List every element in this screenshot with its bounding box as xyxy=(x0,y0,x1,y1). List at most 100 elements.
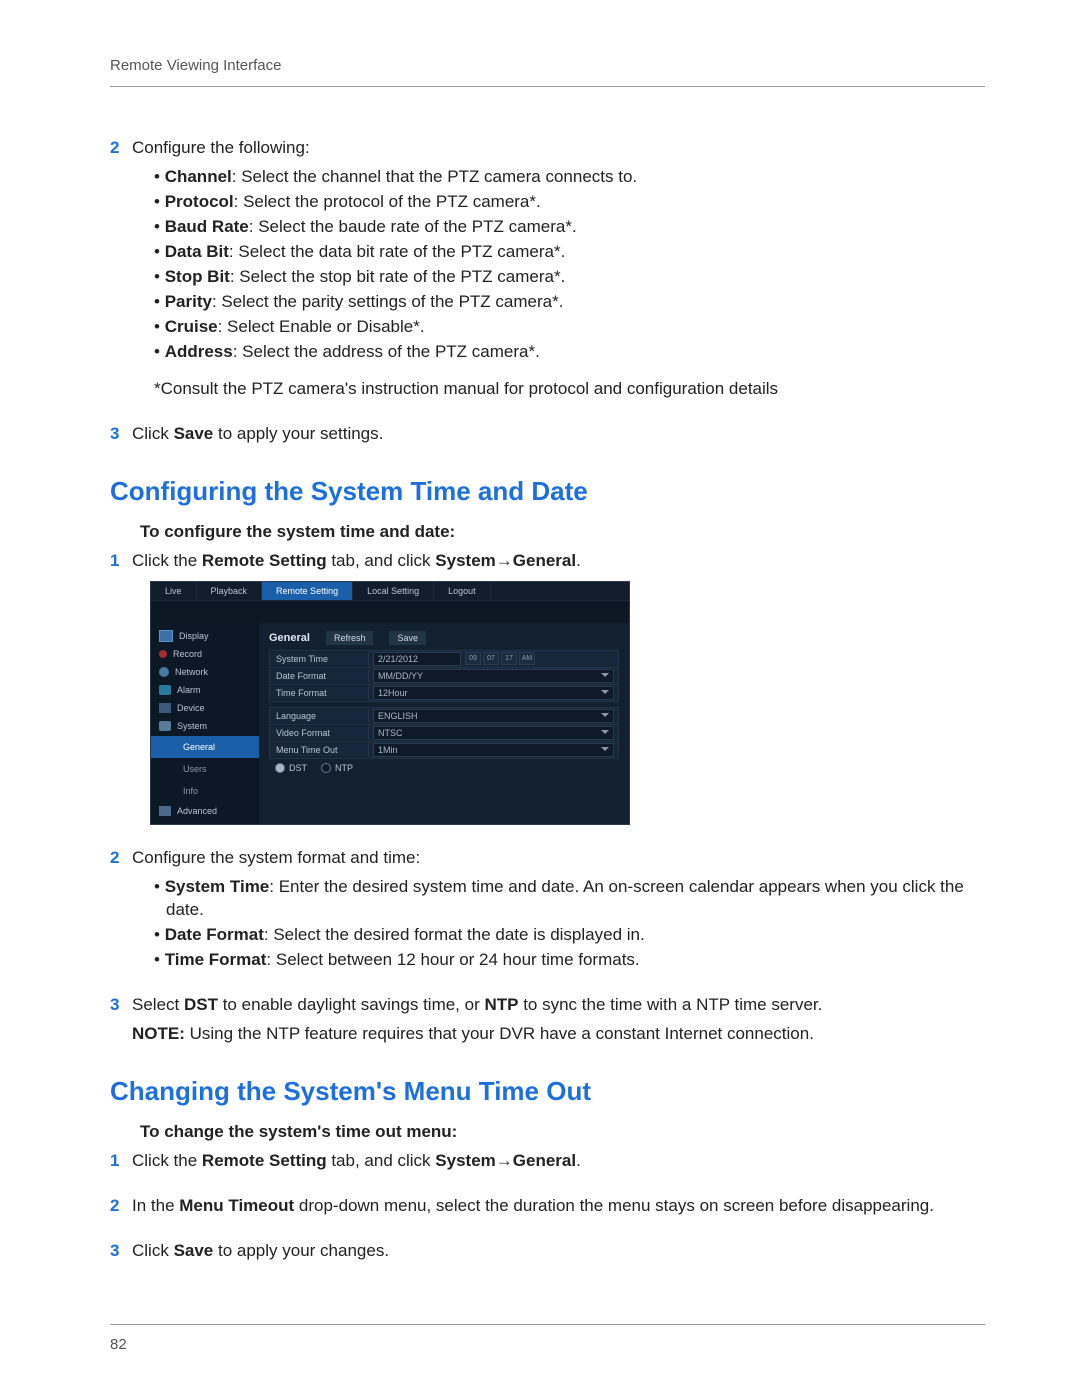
sidebar-item-network[interactable]: Network xyxy=(151,663,259,681)
field-label: Time Format xyxy=(270,686,369,700)
bold: Menu Timeout xyxy=(179,1196,294,1215)
field-label: Language xyxy=(270,709,369,723)
bullet-item: Data Bit: Select the data bit rate of th… xyxy=(154,241,985,264)
bullet-text: : Select the protocol of the PTZ camera*… xyxy=(234,192,541,211)
bullet-item: System Time: Enter the desired system ti… xyxy=(154,876,985,922)
refresh-button[interactable]: Refresh xyxy=(326,631,374,645)
bullet-item: Parity: Select the parity settings of th… xyxy=(154,291,985,314)
bullet-label: Time Format xyxy=(165,950,267,969)
s1-step-2: 2 Configure the system format and time: … xyxy=(110,847,985,972)
s2-step-1: 1 Click the Remote Setting tab, and clic… xyxy=(110,1150,985,1173)
device-icon xyxy=(159,703,171,713)
step-text: In the Menu Timeout drop-down menu, sele… xyxy=(132,1195,985,1218)
dvr-rows-group-2: Language ENGLISHVideo FormatNTSCMenu Time… xyxy=(269,707,619,759)
bullet-label: Baud Rate xyxy=(165,217,249,236)
step-text: Configure the system format and time: xyxy=(132,847,985,870)
ptz-footnote: *Consult the PTZ camera's instruction ma… xyxy=(154,378,985,401)
dvr-tab-live[interactable]: Live xyxy=(151,582,197,600)
sidebar-sub-users[interactable]: Users xyxy=(151,758,259,780)
bullet-label: Date Format xyxy=(165,925,264,944)
sidebar-label: Advanced xyxy=(177,805,217,817)
select-value: 1Min xyxy=(378,744,398,756)
ntp-radio[interactable]: NTP xyxy=(321,762,353,774)
ptz-step-3: 3 Click Save to apply your settings. xyxy=(110,423,985,446)
time-segment[interactable]: 17 xyxy=(501,652,517,665)
s1-step-1: 1 Click the Remote Setting tab, and clic… xyxy=(110,550,985,825)
network-icon xyxy=(159,667,169,677)
bullet-label: Data Bit xyxy=(165,242,229,261)
dst-radio[interactable]: DST xyxy=(275,762,307,774)
step-number: 2 xyxy=(110,1195,132,1218)
bullet-text: : Select between 12 hour or 24 hour time… xyxy=(266,950,639,969)
dvr-row-time-format: Time Format 12Hour xyxy=(269,684,619,702)
step-number: 1 xyxy=(110,1150,132,1173)
select-language[interactable]: ENGLISH xyxy=(373,709,614,723)
bullet-text: : Select the channel that the PTZ camera… xyxy=(232,167,637,186)
s1-bullets: System Time: Enter the desired system ti… xyxy=(110,876,985,972)
text: Click the xyxy=(132,1151,202,1170)
sidebar-label: Network xyxy=(175,666,208,678)
select-value: MM/DD/YY xyxy=(378,670,423,682)
sidebar-sub-info[interactable]: Info xyxy=(151,780,259,802)
bold: System xyxy=(435,551,495,570)
sidebar-label: Device xyxy=(177,702,205,714)
bullet-item: Protocol: Select the protocol of the PTZ… xyxy=(154,191,985,214)
dvr-tabs: LivePlaybackRemote SettingLocal SettingL… xyxy=(151,582,629,601)
bold: System xyxy=(435,1151,495,1170)
sidebar-item-device[interactable]: Device xyxy=(151,699,259,717)
sidebar-item-display[interactable]: Display xyxy=(151,627,259,645)
save-button[interactable]: Save xyxy=(389,631,426,645)
arrow-icon: → xyxy=(496,1151,513,1170)
dvr-row-system-time: System Time2/21/2012090717AM xyxy=(269,650,619,668)
bullet-label: Cruise xyxy=(165,317,218,336)
bullet-item: Cruise: Select Enable or Disable*. xyxy=(154,316,985,339)
select-time-format[interactable]: 12Hour xyxy=(373,686,614,700)
dvr-tab-playback[interactable]: Playback xyxy=(197,582,263,600)
s1-step-3: 3 Select DST to enable daylight savings … xyxy=(110,994,985,1046)
sidebar-sub-label: General xyxy=(159,739,215,755)
sidebar-item-system[interactable]: System xyxy=(151,717,259,735)
sidebar-item-advanced[interactable]: Advanced xyxy=(151,802,259,820)
time-segment[interactable]: 09 xyxy=(465,652,481,665)
dvr-tab-local-setting[interactable]: Local Setting xyxy=(353,582,434,600)
bullet-text: : Select the desired format the date is … xyxy=(264,925,645,944)
text: to sync the time with a NTP time server. xyxy=(518,995,822,1014)
text: Select xyxy=(132,995,184,1014)
s2-step-2: 2 In the Menu Timeout drop-down menu, se… xyxy=(110,1195,985,1218)
sidebar-sub-general[interactable]: General xyxy=(151,736,259,758)
bullet-item: Address: Select the address of the PTZ c… xyxy=(154,341,985,364)
step-number: 3 xyxy=(110,423,132,446)
dvr-tab-logout[interactable]: Logout xyxy=(434,582,491,600)
bold: DST xyxy=(184,995,218,1014)
dvr-tab-remote-setting[interactable]: Remote Setting xyxy=(262,582,353,600)
date-input[interactable]: 2/21/2012 xyxy=(373,652,461,666)
chevron-down-icon xyxy=(601,690,609,694)
bullet-text: : Select the parity settings of the PTZ … xyxy=(212,292,564,311)
field-label: Menu Time Out xyxy=(270,743,369,757)
text: Click xyxy=(132,1241,174,1260)
sidebar-item-alarm[interactable]: Alarm xyxy=(151,681,259,699)
chevron-down-icon xyxy=(601,747,609,751)
field-label: Date Format xyxy=(270,669,369,683)
bullet-item: Time Format: Select between 12 hour or 2… xyxy=(154,949,985,972)
dvr-row-video-format: Video FormatNTSC xyxy=(269,724,619,742)
time-segment[interactable]: 07 xyxy=(483,652,499,665)
record-icon xyxy=(159,650,167,658)
header-title: Remote Viewing Interface xyxy=(110,57,281,74)
dvr-radio-row: DST NTP xyxy=(269,758,619,778)
sidebar-item-record[interactable]: Record xyxy=(151,645,259,663)
section-heading-menu-timeout: Changing the System's Menu Time Out xyxy=(110,1074,985,1109)
text: Click xyxy=(132,424,174,443)
select-video-format[interactable]: NTSC xyxy=(373,726,614,740)
text: to apply your changes. xyxy=(213,1241,389,1260)
select-date-format[interactable]: MM/DD/YY xyxy=(373,669,614,683)
text: Click the xyxy=(132,551,202,570)
page-header: Remote Viewing Interface xyxy=(110,56,985,87)
bold: Remote Setting xyxy=(202,551,327,570)
bullet-label: Protocol xyxy=(165,192,234,211)
dvr-content: General Refresh Save System Time2/21/201… xyxy=(259,623,629,824)
chevron-down-icon xyxy=(601,713,609,717)
field-container: NTSC xyxy=(369,725,618,741)
select-menu-time-out[interactable]: 1Min xyxy=(373,743,614,757)
time-segment[interactable]: AM xyxy=(519,652,535,665)
